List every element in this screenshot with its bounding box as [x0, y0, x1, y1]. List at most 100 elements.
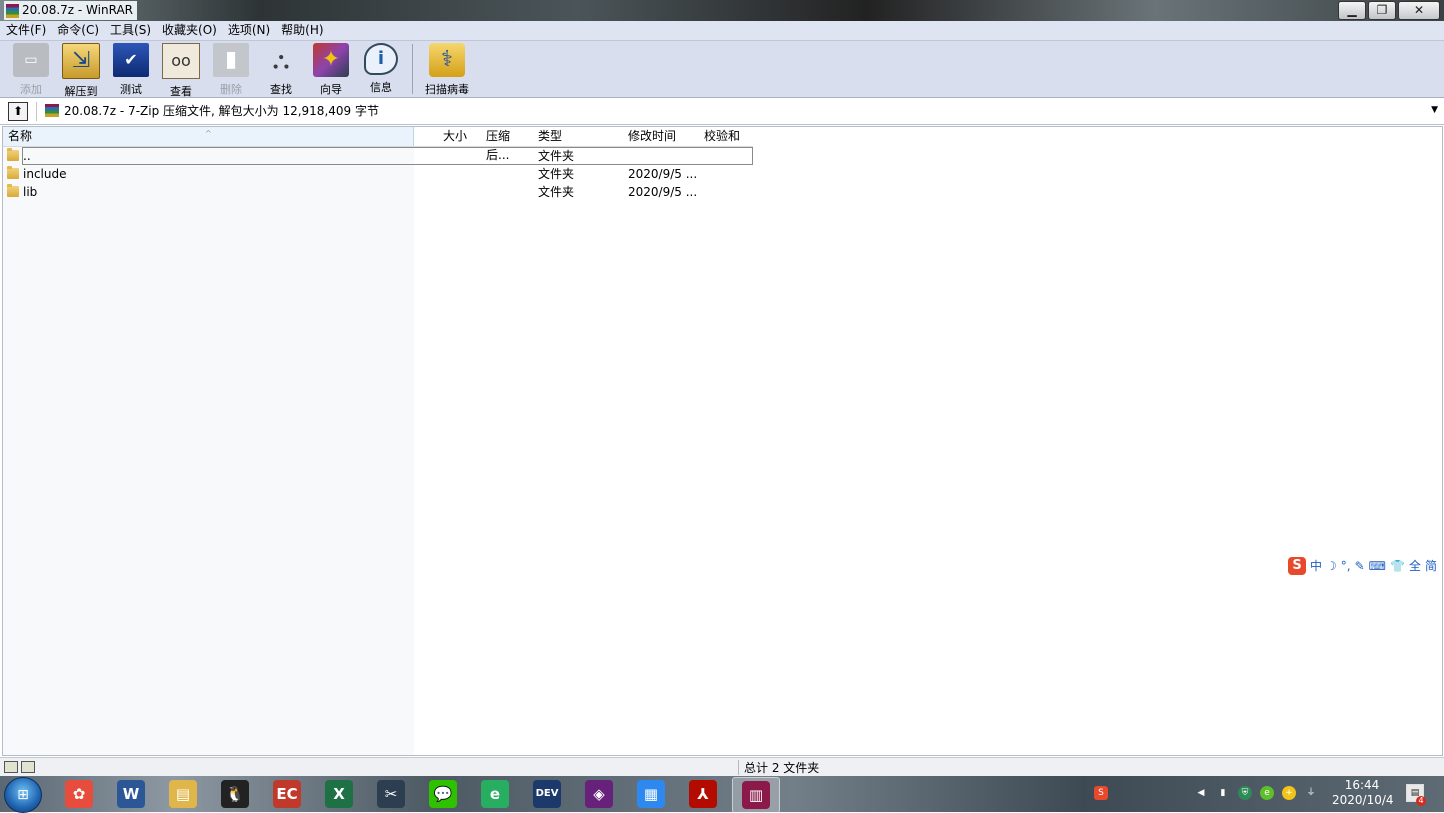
- taskbar-app-picasa[interactable]: ✿: [56, 777, 102, 811]
- folder-icon: [7, 166, 19, 179]
- minimize-button[interactable]: ▁: [1338, 1, 1366, 20]
- ime-keyboard-icon[interactable]: ⌨: [1369, 557, 1386, 575]
- menu-file[interactable]: 文件(F): [0, 21, 51, 40]
- ime-handwriting-icon[interactable]: ✎: [1355, 557, 1365, 575]
- menu-help[interactable]: 帮助(H): [275, 21, 328, 40]
- speaker-icon[interactable]: ◀: [1194, 786, 1208, 800]
- sogou-tray-icon[interactable]: S: [1094, 786, 1108, 800]
- test-label: 测试: [120, 83, 142, 96]
- winrar-app-icon: [6, 4, 19, 18]
- app-tray-icon[interactable]: e: [1260, 786, 1274, 800]
- taskbar: ⊞ ✿ W ▤ 🐧 EC X ✂ 💬 e DEV ◈ ▦ ⅄ ▥ S ◀ ▮ ⛨ e + ⏚ 16:44 …: [0, 776, 1444, 813]
- taskbar-app-qq[interactable]: 🐧: [212, 777, 258, 811]
- menu-options[interactable]: 选项(N): [222, 21, 275, 40]
- wizard-button[interactable]: ✦ 向导: [306, 41, 356, 96]
- taskbar-app-browser[interactable]: e: [472, 777, 518, 811]
- view-label: 查看: [170, 85, 192, 98]
- column-size[interactable]: 大小: [415, 127, 471, 146]
- info-label: 信息: [370, 81, 392, 94]
- list-item[interactable]: .. 文件夹: [3, 147, 753, 165]
- dev-cpp-icon: DEV: [533, 780, 561, 808]
- extract-to-button[interactable]: ⇲ 解压到: [56, 41, 106, 98]
- clock[interactable]: 16:44 2020/10/4: [1332, 778, 1394, 808]
- qq-tray-icon[interactable]: +: [1282, 786, 1296, 800]
- ime-halfwidth-icon[interactable]: ☽: [1326, 557, 1337, 575]
- ime-skin-icon[interactable]: 👕: [1390, 557, 1405, 575]
- test-icon: ✔: [113, 43, 149, 77]
- menu-bar: 文件(F) 命令(C) 工具(S) 收藏夹(O) 选项(N) 帮助(H): [0, 21, 1444, 41]
- up-one-level-button[interactable]: ⬆: [8, 102, 28, 121]
- taskbar-app-dev-cpp[interactable]: DEV: [524, 777, 570, 811]
- taskbar-app-acrobat[interactable]: ⅄: [680, 777, 726, 811]
- taskbar-app-wechat[interactable]: 💬: [420, 777, 466, 811]
- security-shield-icon[interactable]: ⛨: [1238, 786, 1252, 800]
- column-packed[interactable]: 压缩后...: [471, 127, 533, 162]
- taskbar-app-explorer[interactable]: ▤: [160, 777, 206, 811]
- list-item[interactable]: lib 文件夹 2020/9/5 ...: [3, 183, 753, 201]
- column-header: 名称 ^ 大小 压缩后... 类型 修改时间 校验和: [3, 127, 754, 162]
- chevron-down-icon[interactable]: ▼: [1431, 105, 1438, 115]
- archive-icon: [45, 104, 59, 117]
- column-crc[interactable]: 校验和: [703, 127, 754, 146]
- info-icon: i: [364, 43, 398, 75]
- wizard-icon: ✦: [313, 43, 349, 77]
- window-title: 20.08.7z - WinRAR: [4, 1, 137, 20]
- network-icon[interactable]: ▮: [1216, 786, 1230, 800]
- close-button[interactable]: ✕: [1398, 1, 1440, 20]
- taskbar-app-calendar[interactable]: EC: [264, 777, 310, 811]
- item-type: 文件夹: [538, 167, 575, 181]
- view-button[interactable]: oo 查看: [156, 41, 206, 98]
- column-modified[interactable]: 修改时间: [627, 127, 702, 146]
- extract-to-label: 解压到: [64, 85, 98, 98]
- find-button[interactable]: ⛬ 查找: [256, 41, 306, 96]
- archive-path[interactable]: 20.08.7z - 7-Zip 压缩文件, 解包大小为 12,918,409 …: [64, 103, 379, 119]
- taskbar-app-tiles[interactable]: ▦: [628, 777, 674, 811]
- drive-icon[interactable]: [4, 761, 18, 773]
- calendar-icon: EC: [273, 780, 301, 808]
- item-type: 文件夹: [538, 149, 575, 163]
- window-title-text: 20.08.7z - WinRAR: [22, 3, 133, 17]
- winrar-icon: ▥: [742, 781, 770, 809]
- menu-commands[interactable]: 命令(C): [51, 21, 104, 40]
- key-icon[interactable]: [21, 761, 35, 773]
- column-name[interactable]: 名称 ^: [3, 127, 414, 146]
- sogou-logo-icon[interactable]: S: [1288, 557, 1306, 575]
- taskbar-app-clipper[interactable]: ✂: [368, 777, 414, 811]
- restore-button[interactable]: ❐: [1368, 1, 1396, 20]
- ime-punctuation-icon[interactable]: °,: [1341, 557, 1351, 575]
- scan-virus-button[interactable]: ⚕ 扫描病毒: [419, 41, 475, 96]
- usb-icon[interactable]: ⏚: [1304, 786, 1318, 800]
- column-name-label: 名称: [8, 129, 33, 143]
- status-bar: 总计 2 文件夹: [0, 757, 1444, 777]
- extract-icon: ⇲: [62, 43, 100, 79]
- menu-favorites[interactable]: 收藏夹(O): [156, 21, 222, 40]
- start-button[interactable]: ⊞: [4, 777, 42, 813]
- address-separator: [36, 102, 37, 121]
- clock-time: 16:44: [1344, 778, 1380, 792]
- taskbar-app-excel[interactable]: X: [316, 777, 362, 811]
- file-list[interactable]: 名称 ^ 大小 压缩后... 类型 修改时间 校验和 .. 文件夹 includ…: [2, 126, 1443, 756]
- taskbar-app-visual-studio[interactable]: ◈: [576, 777, 622, 811]
- title-bar: 20.08.7z - WinRAR ▁ ❐ ✕: [0, 0, 1444, 21]
- folder-icon: [7, 184, 19, 197]
- column-type[interactable]: 类型: [537, 127, 626, 146]
- scan-virus-label: 扫描病毒: [425, 83, 469, 96]
- taskbar-app-word[interactable]: W: [108, 777, 154, 811]
- find-label: 查找: [270, 83, 292, 96]
- virus-scan-icon: ⚕: [429, 43, 465, 77]
- add-button[interactable]: ▭ 添加: [6, 41, 56, 96]
- menu-tools[interactable]: 工具(S): [104, 21, 156, 40]
- list-item[interactable]: include 文件夹 2020/9/5 ...: [3, 165, 753, 183]
- ime-chinese-mode[interactable]: 中: [1310, 557, 1322, 575]
- info-button[interactable]: i 信息: [356, 41, 406, 96]
- item-modified: 2020/9/5 ...: [628, 185, 698, 199]
- status-icons: [4, 761, 35, 773]
- wechat-icon: 💬: [429, 780, 457, 808]
- test-button[interactable]: ✔ 测试: [106, 41, 156, 96]
- qq-icon: 🐧: [221, 780, 249, 808]
- ime-fullwidth[interactable]: 全: [1409, 557, 1421, 575]
- ime-simplified[interactable]: 简: [1425, 557, 1437, 575]
- binoculars-icon: ⛬: [272, 46, 290, 74]
- delete-button[interactable]: ▮ 删除: [206, 41, 256, 96]
- taskbar-app-winrar[interactable]: ▥: [732, 777, 780, 813]
